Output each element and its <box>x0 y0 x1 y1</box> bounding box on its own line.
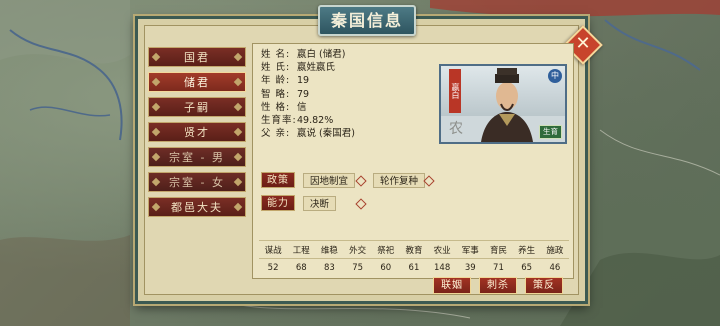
menu-item-children[interactable]: 子嗣 <box>148 97 246 117</box>
trait-stamp: 农 <box>449 121 463 137</box>
attr-header: 农业 <box>428 240 457 259</box>
info-intellect: 智 略: 79 <box>261 88 310 100</box>
attr-header: 谋战 <box>259 240 288 259</box>
menu-item-ruler[interactable]: 国君 <box>148 47 246 67</box>
attr-value: 60 <box>371 258 400 276</box>
info-name: 姓 名: 嬴白 (储君) <box>261 49 346 60</box>
menu-item-clan-male[interactable]: 宗室 - 男 <box>148 147 246 167</box>
attr-value: 83 <box>315 258 344 276</box>
incite-defection-button[interactable]: 策反 <box>525 277 563 294</box>
attr-header: 祭祀 <box>371 240 400 259</box>
rank-badge: 中 <box>548 69 562 83</box>
ability-diamond-icon <box>355 198 367 210</box>
character-portrait[interactable]: 嬴白 中 农 生育 <box>439 64 567 144</box>
attribute-table: 谋战 工程 维稳 外交 祭祀 教育 农业 军事 育民 养生 施政 52 68 8… <box>259 240 569 276</box>
heir-detail-panel: 姓 名: 嬴白 (储君) 姓 氏: 嬴姓嬴氏 年 龄: 19 智 略: 79 性 格: 信… <box>252 43 574 294</box>
attr-value: 75 <box>343 258 372 276</box>
policy-chip-2[interactable]: 轮作复种 <box>373 173 426 188</box>
attr-header: 军事 <box>456 240 485 259</box>
info-fertility: 生育率:49.82% <box>261 115 334 127</box>
menu-item-talents[interactable]: 贤才 <box>148 122 246 142</box>
marriage-alliance-button[interactable]: 联姻 <box>433 277 471 294</box>
policy-diamond-icon <box>423 175 435 187</box>
policy-chip-1[interactable]: 因地制宜 <box>303 173 356 188</box>
attr-value: 65 <box>512 258 541 276</box>
attr-header: 育民 <box>484 240 513 259</box>
attr-header: 养生 <box>512 240 541 259</box>
portrait-name-banner: 嬴白 <box>449 69 461 113</box>
info-father: 父 亲: 嬴说 (秦国君) <box>261 128 355 140</box>
attr-header: 外交 <box>343 240 372 259</box>
menu-item-heir[interactable]: 储君 <box>148 72 246 92</box>
attr-value: 61 <box>399 258 429 276</box>
attr-value: 46 <box>540 258 569 276</box>
close-icon: ✕ <box>575 33 591 54</box>
attribute-value-row: 52 68 83 75 60 61 148 39 71 65 46 <box>259 258 569 276</box>
attr-header: 施政 <box>540 240 569 259</box>
attr-header: 教育 <box>399 240 429 259</box>
policy-label: 政策 <box>261 172 295 188</box>
attr-header: 维稳 <box>315 240 344 259</box>
fertility-tag: 生育 <box>539 125 562 139</box>
attribute-header-row: 谋战 工程 维稳 外交 祭祀 教育 农业 军事 育民 养生 施政 <box>259 240 569 259</box>
info-surname: 姓 氏: 嬴姓嬴氏 <box>261 62 336 74</box>
ability-chip-1[interactable]: 决断 <box>303 196 337 211</box>
character-info: 姓 名: 嬴白 (储君) 姓 氏: 嬴姓嬴氏 年 龄: 19 智 略: 79 性 格: 信… <box>261 48 355 140</box>
attr-value: 52 <box>259 258 288 276</box>
attr-value: 148 <box>428 258 457 276</box>
ability-label: 能力 <box>261 195 295 211</box>
attr-header: 工程 <box>287 240 316 259</box>
dialog-title: 秦国信息 <box>318 5 416 36</box>
state-info-dialog: 秦国信息 ✕ 国君 储君 子嗣 贤才 宗室 - 男 宗室 - 女 都邑大夫 姓 … <box>135 5 603 304</box>
menu-item-city-officials[interactable]: 都邑大夫 <box>148 197 246 217</box>
attr-value: 39 <box>456 258 485 276</box>
info-personality: 性 格: 信 <box>261 101 307 113</box>
info-age: 年 龄: 19 <box>261 75 310 87</box>
policy-diamond-icon <box>355 175 367 187</box>
assassinate-button[interactable]: 刺杀 <box>479 277 517 294</box>
menu-item-clan-female[interactable]: 宗室 - 女 <box>148 172 246 192</box>
category-menu: 国君 储君 子嗣 贤才 宗室 - 男 宗室 - 女 都邑大夫 <box>148 47 246 222</box>
attr-value: 71 <box>484 258 513 276</box>
attr-value: 68 <box>287 258 316 276</box>
